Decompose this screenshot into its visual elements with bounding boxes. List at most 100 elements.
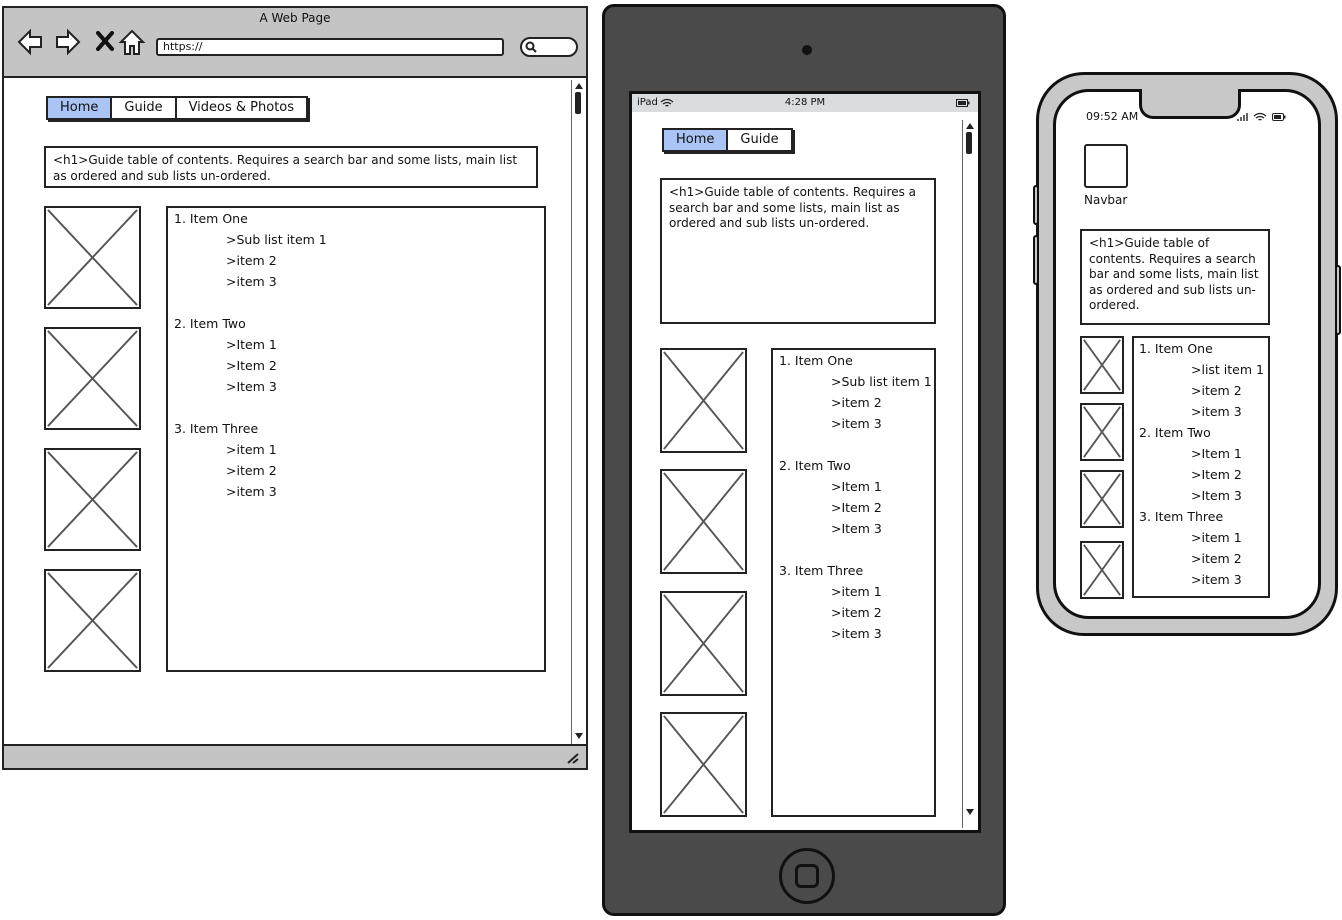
sub-list-item[interactable]: >item 3 [226,484,277,499]
browser-window-mockup: A Web Page https:// Home Guide Videos & … [2,6,588,770]
sub-list-item[interactable]: >item 2 [1191,551,1242,566]
battery-icon [956,99,970,107]
back-arrow-icon[interactable] [16,28,44,56]
phone-notch [1139,89,1241,119]
sub-list-item[interactable]: >Sub list item 1 [226,232,327,247]
camera-dot [802,45,812,55]
list-item[interactable]: 1. Item One [779,353,853,368]
scroll-up-icon[interactable] [574,82,584,90]
image-placeholder [44,206,141,309]
sub-list-item[interactable]: >Item 3 [831,521,882,536]
battery-icon [1272,113,1286,121]
sub-list-item[interactable]: >Item 2 [1191,467,1242,482]
sub-list-item[interactable]: >Sub list item 1 [831,374,932,389]
table-of-contents-list: 1. Item One >Sub list item 1 >item 2 >it… [771,348,936,817]
search-icon [525,41,537,53]
image-placeholder [1080,541,1124,599]
sub-list-item[interactable]: >item 2 [226,463,277,478]
scroll-down-icon[interactable] [965,808,975,816]
browser-status-bar [4,744,586,768]
sub-list-item[interactable]: >item 3 [831,626,882,641]
image-placeholder [660,348,747,453]
image-placeholder [1080,403,1124,461]
tab-videos-photos[interactable]: Videos & Photos [176,96,309,120]
page-heading-text: <h1>Guide table of contents. Requires a … [44,146,538,188]
image-placeholder [1080,470,1124,528]
list-item[interactable]: 1. Item One [1139,341,1213,356]
image-placeholder [660,469,747,574]
vertical-scrollbar[interactable] [571,80,585,744]
tab-guide[interactable]: Guide [112,96,177,120]
side-button [1335,265,1341,335]
sub-list-item[interactable]: >item 3 [831,416,882,431]
home-button[interactable] [779,848,835,904]
sub-list-item[interactable]: >Item 2 [831,500,882,515]
page-heading-text: <h1>Guide table of contents. Requires a … [1080,229,1270,325]
sub-list-item[interactable]: >Item 1 [226,337,277,352]
tablet-mockup: iPad 4:28 PM Home Guide <h1>Guide table … [602,4,1006,916]
tab-home[interactable]: Home [46,96,113,120]
home-button-square [795,864,819,888]
address-bar[interactable]: https:// [156,38,504,56]
scroll-up-icon[interactable] [965,122,975,130]
sub-list-item[interactable]: >item 2 [831,395,882,410]
phone-screen: 09:52 AM Navbar <h1>Guide table of conte… [1053,89,1321,619]
search-box[interactable] [520,37,578,57]
tablet-tab-bar: Home Guide [662,128,793,152]
wifi-icon [1253,112,1267,121]
navbar-label: Navbar [1084,193,1128,207]
side-button [1033,185,1039,225]
tab-guide[interactable]: Guide [728,128,793,152]
image-placeholder [44,569,141,672]
sub-list-item[interactable]: >item 3 [1191,572,1242,587]
sub-list-item[interactable]: >Item 1 [1191,446,1242,461]
image-placeholder [1080,336,1124,394]
list-item[interactable]: 2. Item Two [1139,425,1211,440]
sub-list-item[interactable]: >Item 2 [226,358,277,373]
image-placeholder [660,712,747,817]
list-item[interactable]: 3. Item Three [1139,509,1223,524]
table-of-contents-list: 1. Item One >list item 1 >item 2 >item 3… [1132,336,1270,598]
list-item[interactable]: 3. Item Three [779,563,863,578]
browser-tab-bar: Home Guide Videos & Photos [46,96,309,120]
sub-list-item[interactable]: >item 2 [831,605,882,620]
scroll-down-icon[interactable] [574,732,584,740]
sub-list-item[interactable]: >item 1 [1191,530,1242,545]
sub-list-item[interactable]: >item 3 [226,274,277,289]
browser-title: A Web Page [259,11,331,25]
sub-list-item[interactable]: >Item 1 [831,479,882,494]
image-placeholder [660,591,747,696]
side-button [1033,235,1039,285]
signal-icon [1237,113,1248,121]
list-item[interactable]: 2. Item Two [779,458,851,473]
forward-arrow-icon[interactable] [54,28,82,56]
sub-list-item[interactable]: >item 2 [226,253,277,268]
sub-list-item[interactable]: >Item 3 [1191,488,1242,503]
scrollbar-thumb[interactable] [966,132,972,154]
status-time: 09:52 AM [1086,110,1139,123]
sub-list-item[interactable]: >item 2 [1191,383,1242,398]
list-item[interactable]: 3. Item Three [174,421,258,436]
sub-list-item[interactable]: >list item 1 [1191,362,1264,377]
status-time: 4:28 PM [784,97,826,108]
image-placeholder [44,327,141,430]
tab-home[interactable]: Home [662,128,729,152]
sub-list-item[interactable]: >item 3 [1191,404,1242,419]
tablet-screen: iPad 4:28 PM Home Guide <h1>Guide table … [629,91,981,833]
navbar-icon[interactable] [1084,144,1128,188]
scrollbar-thumb[interactable] [575,92,581,114]
sub-list-item[interactable]: >Item 3 [226,379,277,394]
image-placeholder [44,448,141,551]
resize-grip-icon[interactable] [566,752,580,764]
table-of-contents-list: 1. Item One >Sub list item 1 >item 2 >it… [166,206,546,672]
vertical-scrollbar[interactable] [962,120,976,828]
phone-mockup: 09:52 AM Navbar <h1>Guide table of conte… [1033,72,1341,636]
close-icon[interactable] [92,28,120,56]
home-icon[interactable] [118,28,146,56]
sub-list-item[interactable]: >item 1 [226,442,277,457]
tablet-status-bar: iPad 4:28 PM [632,94,978,112]
list-item[interactable]: 1. Item One [174,211,248,226]
list-item[interactable]: 2. Item Two [174,316,246,331]
sub-list-item[interactable]: >item 1 [831,584,882,599]
page-heading-text: <h1>Guide table of contents. Requires a … [660,178,936,324]
